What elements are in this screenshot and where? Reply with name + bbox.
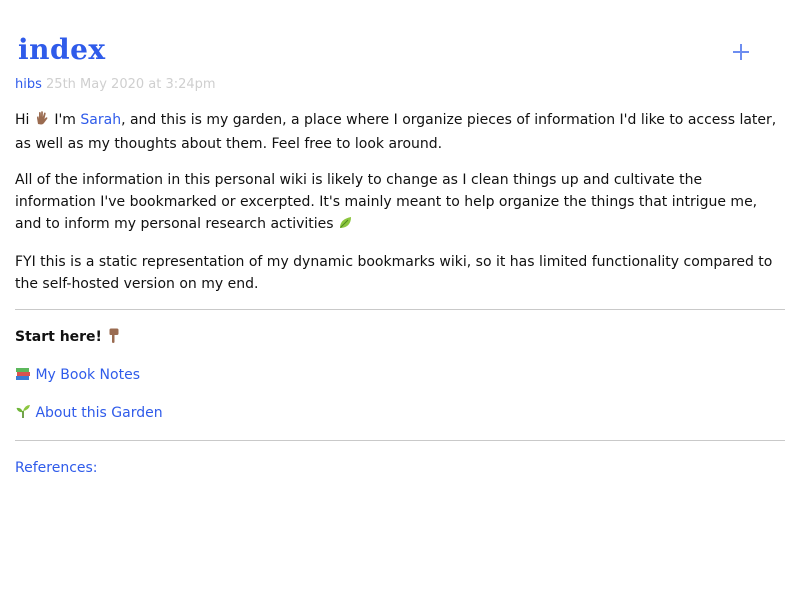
intro-text-mid: I'm [49, 112, 81, 128]
divider-top [15, 309, 785, 310]
info-paragraph: All of the information in this personal … [15, 169, 785, 237]
add-button[interactable] [726, 37, 756, 67]
author-link[interactable]: hibs [15, 77, 42, 92]
page-content: Hi I'm Sarah, and this is my garden, a p… [15, 109, 785, 479]
about-garden-link[interactable]: About this Garden [35, 405, 162, 421]
page-meta: hibs 25th May 2020 at 3:24pm [15, 76, 216, 94]
leaf-icon [338, 215, 353, 237]
fyi-paragraph: FYI this is a static representation of m… [15, 254, 773, 292]
books-icon [15, 366, 31, 388]
nav-item-book-notes[interactable]: My Book Notes [15, 364, 785, 388]
intro-text-start: Hi [15, 112, 34, 128]
wiki-page: index hibs 25th May 2020 at 3:24pm Hi I'… [15, 0, 785, 476]
seedling-icon [15, 403, 31, 426]
intro-text-end: , and this is my garden, a place where I… [15, 112, 777, 152]
pointing-down-icon [107, 327, 121, 350]
references-label: References: [15, 460, 98, 476]
page-header: index hibs 25th May 2020 at 3:24pm [15, 0, 785, 92]
book-notes-link[interactable]: My Book Notes [35, 367, 140, 383]
vulcan-salute-icon [34, 110, 50, 133]
page-timestamp: 25th May 2020 at 3:24pm [46, 77, 216, 92]
intro-paragraph: Hi I'm Sarah, and this is my garden, a p… [15, 109, 785, 155]
start-here-label: Start here! [15, 329, 107, 345]
page-title: index [18, 33, 106, 66]
divider-bottom [15, 440, 785, 441]
plus-icon [733, 44, 749, 60]
sarah-link[interactable]: Sarah [80, 112, 121, 128]
nav-item-about-garden[interactable]: About this Garden [15, 402, 785, 426]
start-here-heading: Start here! [15, 326, 785, 350]
info-text: All of the information in this personal … [15, 172, 758, 232]
